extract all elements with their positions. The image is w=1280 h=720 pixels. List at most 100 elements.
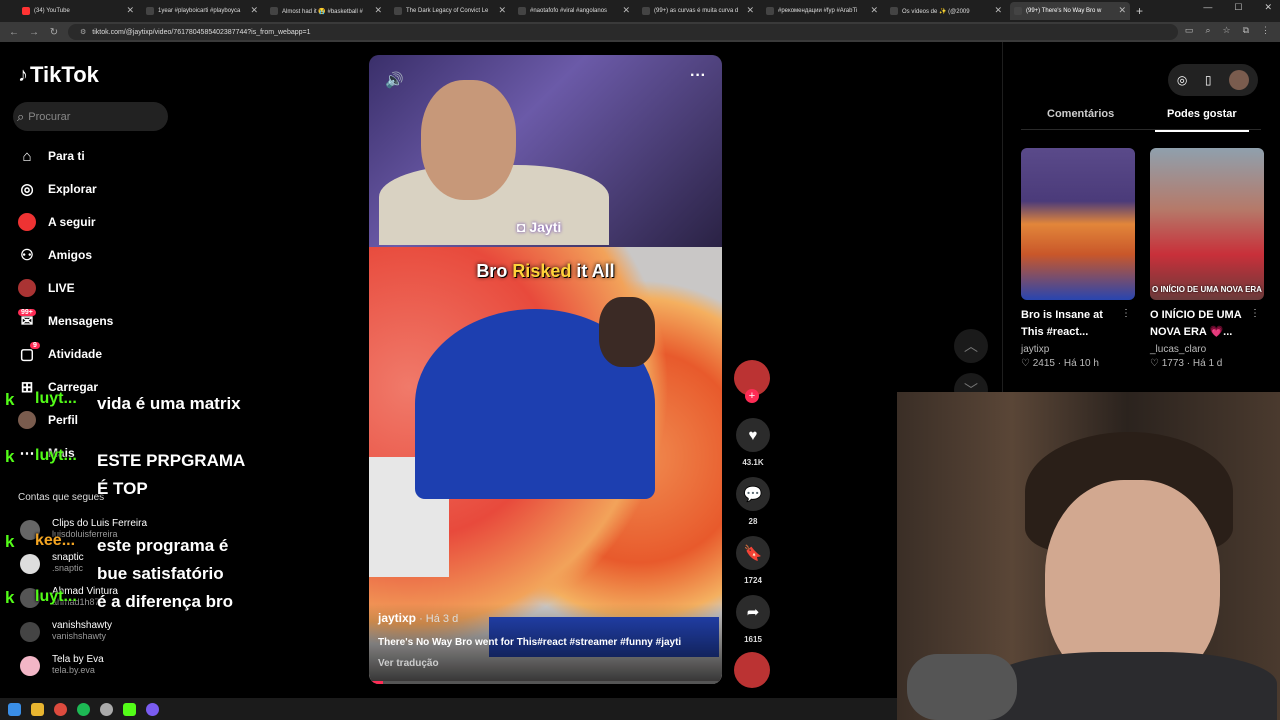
close-tab-icon[interactable]: ✕ xyxy=(870,5,878,16)
close-tab-icon[interactable]: ✕ xyxy=(126,5,134,16)
video-description: There's No Way Bro went for This#react #… xyxy=(378,637,682,648)
save-button[interactable]: 🔖 1724 xyxy=(735,536,771,585)
settings-icon[interactable] xyxy=(100,702,113,716)
author-name[interactable]: jaytixp xyxy=(378,611,416,625)
card-more-icon[interactable]: ⋮ xyxy=(1121,308,1131,319)
previous-video-button[interactable]: ︿ xyxy=(954,329,988,363)
browser-tab[interactable]: (34) YouTube ✕ xyxy=(18,2,138,20)
following-account[interactable]: Tela by Eva tela.by.eva xyxy=(20,654,104,676)
close-tab-icon[interactable]: ✕ xyxy=(994,5,1002,16)
follow-plus-icon[interactable]: + xyxy=(745,389,759,403)
browser-tab[interactable]: The Dark Legacy of Convict Le ✕ xyxy=(390,2,510,20)
twitch-icon: ◘ xyxy=(517,219,530,235)
video-thumbnail[interactable] xyxy=(1021,148,1135,300)
music-disc-avatar[interactable] xyxy=(734,652,770,688)
sidebar-item-perfil[interactable]: Perfil xyxy=(18,411,78,429)
device-icon[interactable]: ▯ xyxy=(1205,73,1212,87)
video-player[interactable]: ◘ Jayti Bro Risked it All 🔊 ··· jaytixp … xyxy=(369,55,722,684)
following-account[interactable]: vanishshawty vanishshawty xyxy=(20,620,112,642)
browser-tab[interactable]: Almost had it 😭 #basketball # ✕ xyxy=(266,2,386,20)
close-tab-icon[interactable]: ✕ xyxy=(1118,5,1126,16)
zoom-icon[interactable]: ⌕ xyxy=(1205,25,1210,36)
browser-tab[interactable]: (99+) as curvas é muita curva d ✕ xyxy=(638,2,758,20)
video-author[interactable]: jaytixp · Há 3 d xyxy=(378,611,458,625)
app-icon[interactable] xyxy=(123,702,136,716)
close-tab-icon[interactable]: ✕ xyxy=(746,5,754,16)
save-count: 1724 xyxy=(744,576,762,585)
compass-icon: ◎ xyxy=(20,181,34,198)
heart-outline-icon: ♡ xyxy=(1150,358,1162,369)
tab-label: #рекомендации #fyp #ArabTi xyxy=(778,8,858,14)
sidebar-item-live[interactable]: LIVE xyxy=(18,279,75,297)
card-title[interactable]: Bro is Insane at This #react... xyxy=(1021,307,1125,341)
video-thumbnail[interactable]: O INÍCIO DE UMA NOVA ERA xyxy=(1150,148,1264,300)
chat-username: luyt... xyxy=(35,588,77,605)
close-tab-icon[interactable]: ✕ xyxy=(498,5,506,16)
tiktok-logo[interactable]: ♪ TikTok xyxy=(18,62,99,88)
spotify-icon[interactable] xyxy=(77,702,90,716)
site-info-icon[interactable]: ⚙ xyxy=(80,28,86,36)
minimize-icon[interactable]: — xyxy=(1203,2,1212,13)
sidebar-item-label: LIVE xyxy=(48,281,75,295)
tab-podes-gostar[interactable]: Podes gostar xyxy=(1155,108,1249,132)
top-right-actions: ◎ ▯ xyxy=(1168,64,1258,96)
windows-start-icon[interactable] xyxy=(8,702,21,716)
recommended-video-card[interactable]: O INÍCIO DE UMA NOVA ERA O INÍCIO DE UMA… xyxy=(1150,148,1264,369)
back-icon[interactable]: ← xyxy=(8,27,20,38)
discord-icon[interactable] xyxy=(146,702,159,716)
card-author[interactable]: jaytixp xyxy=(1021,344,1135,355)
search-input[interactable]: ⌕ Procurar xyxy=(13,102,168,131)
close-tab-icon[interactable]: ✕ xyxy=(250,5,258,16)
cast-icon[interactable]: ▭ xyxy=(1185,25,1194,36)
card-author[interactable]: _lucas_claro xyxy=(1150,344,1264,355)
more-options-icon[interactable]: ··· xyxy=(690,67,706,85)
sidebar-item-amigos[interactable]: ⚇ Amigos xyxy=(18,246,92,264)
tab-comentarios[interactable]: Comentários xyxy=(1047,108,1114,120)
menu-icon[interactable]: ⋮ xyxy=(1261,25,1270,36)
reload-icon[interactable]: ↻ xyxy=(48,27,60,38)
browser-tab-active[interactable]: (99+) There's No Way Bro w ✕ xyxy=(1010,2,1130,20)
recommended-video-card[interactable]: Bro is Insane at This #react... ⋮ jaytix… xyxy=(1021,148,1135,369)
kick-icon: k xyxy=(5,390,15,409)
video-progress-bar[interactable] xyxy=(369,681,722,684)
forward-icon[interactable]: → xyxy=(28,27,40,38)
kick-icon: k xyxy=(5,588,15,607)
kick-icon: k xyxy=(5,447,15,466)
watermark-text: Jayti xyxy=(529,219,562,235)
bookmark-star-icon[interactable]: ☆ xyxy=(1222,25,1230,36)
close-tab-icon[interactable]: ✕ xyxy=(622,5,630,16)
like-button[interactable]: ♥ 43.1K xyxy=(735,418,771,467)
following-account[interactable]: snaptic .snaptic xyxy=(20,552,84,574)
activity-badge: 9 xyxy=(30,342,40,349)
explore-icon[interactable]: ◎ xyxy=(1177,73,1187,87)
sidebar-item-a-seguir[interactable]: A seguir xyxy=(18,213,96,231)
new-tab-button[interactable]: + xyxy=(1136,4,1143,18)
close-window-icon[interactable]: ✕ xyxy=(1264,2,1272,13)
avatar xyxy=(20,554,40,574)
close-tab-icon[interactable]: ✕ xyxy=(374,5,382,16)
account-handle: tela.by.eva xyxy=(52,665,95,675)
sidebar-item-label: Mensagens xyxy=(48,314,114,328)
card-more-icon[interactable]: ⋮ xyxy=(1250,308,1260,319)
browser-tab[interactable]: #рекомендации #fyp #ArabTi ✕ xyxy=(762,2,882,20)
tab-label: (34) YouTube xyxy=(34,8,70,14)
extensions-icon[interactable]: ⧉ xyxy=(1243,25,1249,36)
url-field[interactable]: ⚙ tiktok.com/@jaytixp/video/7617804585402… xyxy=(68,24,1178,40)
webcam-person-body xyxy=(987,652,1277,720)
volume-icon[interactable]: 🔊 xyxy=(385,71,404,89)
scene-contestant-head xyxy=(599,297,655,367)
browser-tab[interactable]: Os vídeos de ✨ (@2009 ✕ xyxy=(886,2,1006,20)
file-explorer-icon[interactable] xyxy=(31,702,44,716)
comment-button[interactable]: 💬 28 xyxy=(735,477,771,526)
profile-avatar[interactable] xyxy=(1229,70,1250,90)
translate-link[interactable]: Ver tradução xyxy=(378,658,439,669)
chrome-icon[interactable] xyxy=(54,702,67,716)
thumbnail-caption: O INÍCIO DE UMA NOVA ERA xyxy=(1152,285,1262,294)
maximize-icon[interactable]: ☐ xyxy=(1234,2,1242,13)
share-button[interactable]: ➦ 1615 xyxy=(735,595,771,644)
sidebar-item-explorar[interactable]: ◎ Explorar xyxy=(18,180,96,198)
sidebar-item-para-ti[interactable]: ⌂ Para ti xyxy=(18,147,84,165)
card-title[interactable]: O INÍCIO DE UMA NOVA ERA 💗... xyxy=(1150,307,1254,341)
browser-tab[interactable]: #naotafofo #viral #angolanos ✕ xyxy=(514,2,634,20)
browser-tab[interactable]: 1year #playboicarti #playboyca ✕ xyxy=(142,2,262,20)
